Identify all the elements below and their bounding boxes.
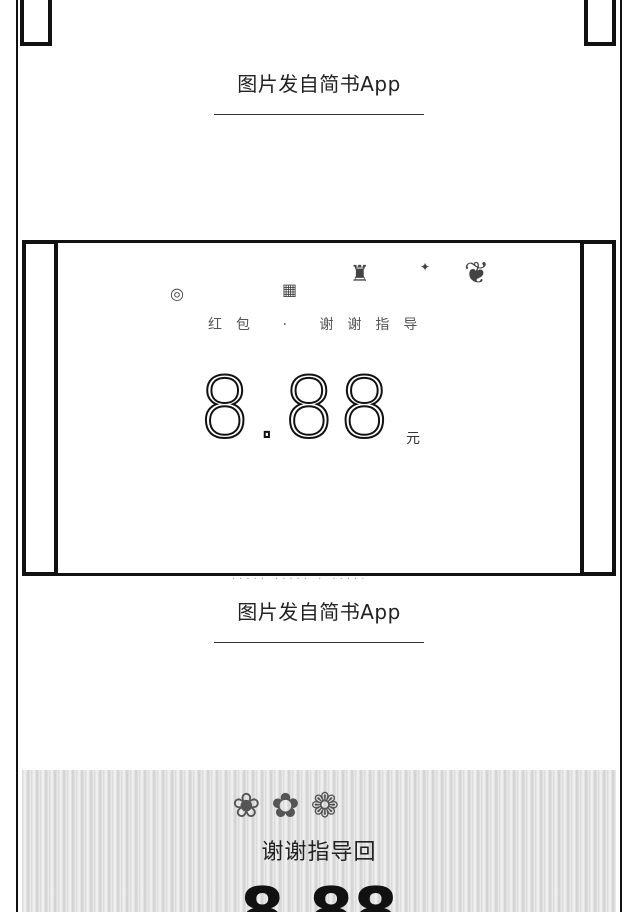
decoration-icon: ◎: [170, 284, 184, 303]
image-right-border: [580, 240, 616, 576]
image-right-border: [584, 0, 616, 46]
image-top-border: [58, 240, 580, 243]
bottom-image[interactable]: ❀ ✿ ❁ 谢谢指导回 8.88: [22, 770, 616, 912]
red-packet-amount: 8.88: [197, 359, 394, 457]
image-caption-2: 图片发自简书App: [237, 600, 401, 624]
red-packet-subtitle: 红包 · 谢谢指导: [208, 317, 432, 333]
red-packet-unit: 元: [406, 431, 420, 447]
decoration-icon: ❦: [464, 256, 490, 291]
image-caption-1: 图片发自简书App: [237, 72, 401, 96]
top-image-partial[interactable]: [18, 0, 620, 48]
decoration-icon: ❀ ✿ ❁: [232, 786, 340, 826]
caption-underline-2: [214, 642, 424, 643]
divider-dots: ····· ····· · ·····: [232, 574, 369, 585]
caption-underline-1: [214, 114, 424, 115]
image-left-border: [20, 0, 52, 46]
decoration-icon: ▦: [282, 280, 298, 299]
decoration-icon: ♜: [350, 262, 370, 287]
image-left-border: [22, 240, 58, 576]
decoration-icon: ✦: [420, 260, 431, 274]
decoration-row: ◎ ▦ ♜ ✦ ❦: [158, 256, 518, 306]
bottom-image-amount: 8.88: [240, 875, 398, 912]
article-page: 图片发自简书App ◎ ▦ ♜ ✦ ❦ 红包 · 谢谢指导 8.88 元 ···…: [16, 0, 622, 912]
bottom-image-thanks-text: 谢谢指导回: [261, 840, 377, 865]
red-packet-image[interactable]: ◎ ▦ ♜ ✦ ❦ 红包 · 谢谢指导 8.88 元: [18, 240, 620, 576]
